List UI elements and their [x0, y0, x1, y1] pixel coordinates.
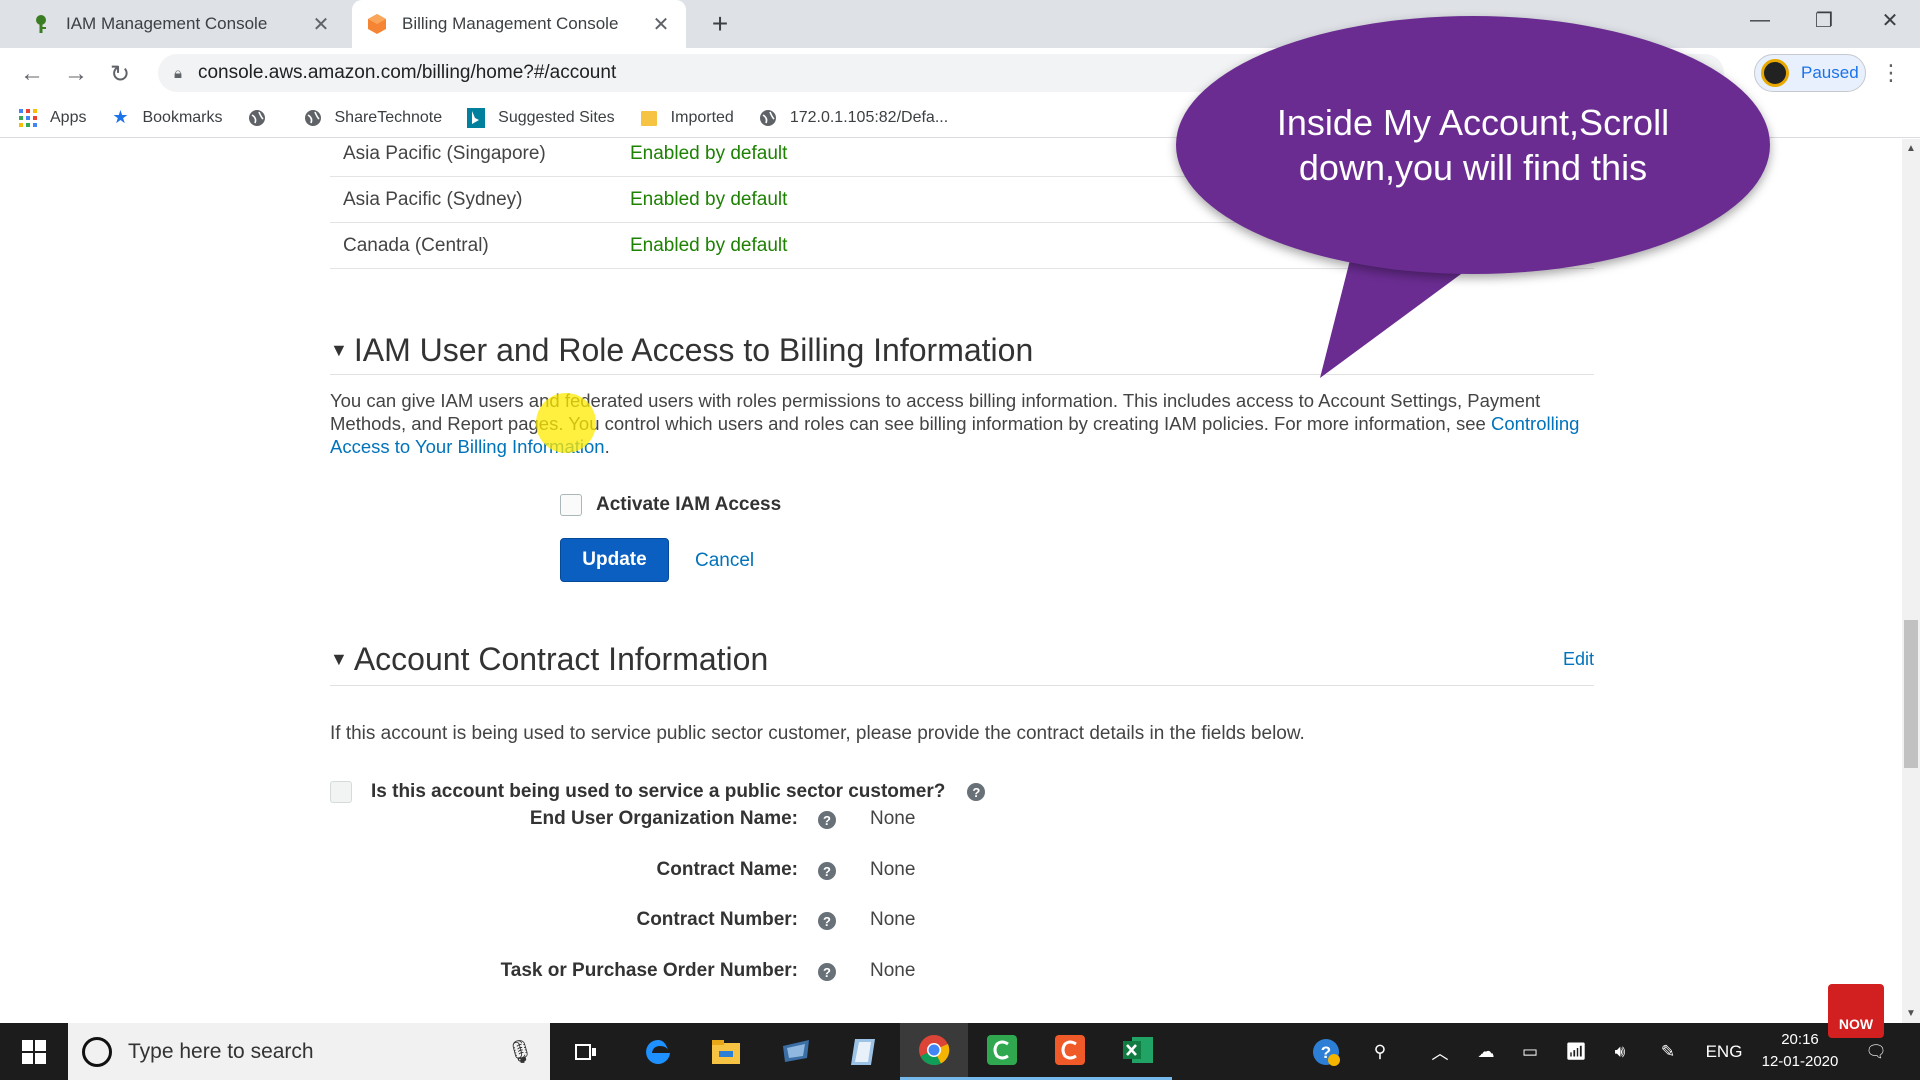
- callout-text: Inside My Account,Scroll down,you will f…: [1276, 102, 1670, 188]
- globe-icon: [758, 108, 778, 128]
- field-label: Contract Name:: [656, 859, 798, 880]
- window-close-icon[interactable]: ✕: [1860, 0, 1920, 40]
- question-label: Is this account being used to service a …: [371, 781, 946, 802]
- public-sector-checkbox[interactable]: [330, 781, 352, 803]
- tab-billing-management-console[interactable]: Billing Management Console ✕: [352, 0, 686, 48]
- checkbox-label: Activate IAM Access: [596, 494, 782, 515]
- field-value: None: [870, 859, 916, 880]
- caret-down-icon: ▼: [330, 649, 348, 669]
- scroll-down-icon[interactable]: ▼: [1902, 1008, 1920, 1019]
- tab-iam-management-console[interactable]: IAM Management Console ✕: [16, 0, 346, 48]
- bookmark-apps[interactable]: Apps: [18, 108, 86, 128]
- profile-status: Paused: [1801, 63, 1859, 82]
- microphone-icon[interactable]: 🎙︎: [506, 1039, 534, 1065]
- app-icon[interactable]: [830, 1023, 898, 1080]
- cancel-button[interactable]: Cancel: [695, 550, 754, 572]
- minimize-icon[interactable]: —: [1730, 0, 1790, 40]
- help-icon[interactable]: ?: [967, 783, 986, 801]
- lock-icon: 🔒︎: [174, 64, 182, 82]
- public-sector-question-row: Is this account being used to service a …: [330, 781, 986, 803]
- chevron-up-icon[interactable]: ︿: [1420, 1023, 1460, 1080]
- avatar: [1761, 59, 1789, 87]
- menu-kebab-icon[interactable]: ⋮: [1880, 60, 1902, 86]
- iam-icon: [30, 13, 52, 35]
- apps-grid-icon: [18, 108, 38, 128]
- recorder-icon[interactable]: [1036, 1023, 1104, 1080]
- url-text: console.aws.amazon.com/billing/home?#/ac…: [197, 62, 617, 83]
- cursor-highlight: [536, 393, 596, 453]
- language-indicator[interactable]: ENG: [1700, 1023, 1748, 1080]
- close-icon[interactable]: ✕: [310, 12, 332, 37]
- star-icon: ★: [112, 107, 129, 127]
- aws-billing-icon: [366, 13, 388, 35]
- windows-taskbar: Type here to search 🎙︎ ? ⚲ ︿ ☁ ▭ 📶︎ 🔊︎ ✎…: [0, 1023, 1920, 1080]
- clock-date: 12-01-2020: [1761, 1053, 1839, 1070]
- bookmark-sharetechnote[interactable]: ShareTechnote: [303, 108, 442, 128]
- iam-access-description: You can give IAM users and federated use…: [330, 390, 1580, 457]
- globe-icon: [303, 108, 323, 128]
- page-viewport: Asia Pacific (Singapore) Enabled by defa…: [0, 139, 1902, 1023]
- forward-arrow-icon[interactable]: →: [58, 56, 94, 92]
- scroll-up-icon[interactable]: ▲: [1902, 143, 1920, 154]
- help-tray-icon[interactable]: ?: [1306, 1023, 1346, 1080]
- battery-icon[interactable]: ▭: [1510, 1023, 1550, 1080]
- task-view-icon[interactable]: [552, 1023, 620, 1080]
- windows-start-icon[interactable]: [0, 1023, 68, 1080]
- field-label: End User Organization Name:: [529, 808, 798, 829]
- cloud-icon[interactable]: ☁: [1466, 1023, 1506, 1080]
- app-icon[interactable]: [762, 1023, 830, 1080]
- activate-iam-access-checkbox[interactable]: [560, 494, 582, 516]
- field-value: None: [870, 960, 916, 981]
- help-icon[interactable]: ?: [818, 912, 836, 930]
- edit-link[interactable]: Edit: [1563, 649, 1594, 670]
- pen-icon[interactable]: ✎: [1648, 1023, 1688, 1080]
- bookmark-local-address[interactable]: 172.0.1.105:82/Defa...: [758, 108, 948, 128]
- cortana-icon: [82, 1036, 112, 1067]
- tab-label: IAM Management Console: [66, 14, 268, 33]
- edge-browser-icon[interactable]: [624, 1023, 692, 1080]
- update-button[interactable]: Update: [560, 538, 669, 582]
- search-placeholder: Type here to search: [128, 1039, 314, 1063]
- field-label: Task or Purchase Order Number:: [500, 960, 798, 981]
- field-value: None: [870, 808, 916, 829]
- folder-icon: [639, 108, 659, 128]
- activate-iam-access-row: Activate IAM Access: [560, 494, 781, 516]
- chrome-icon[interactable]: [900, 1023, 968, 1080]
- tab-label: Billing Management Console: [402, 14, 619, 33]
- scrollbar-thumb[interactable]: [1904, 620, 1918, 768]
- bookmark-imported[interactable]: Imported: [639, 108, 734, 128]
- page-scrollbar[interactable]: ▲ ▼: [1902, 139, 1920, 1023]
- globe-icon: [247, 108, 267, 128]
- bookmark-globe[interactable]: [247, 108, 279, 128]
- bing-icon: [466, 107, 486, 128]
- wifi-icon[interactable]: 📶︎: [1556, 1023, 1596, 1080]
- volume-icon[interactable]: 🔊︎: [1600, 1023, 1640, 1080]
- excel-icon[interactable]: [1104, 1023, 1172, 1080]
- section-title: IAM User and Role Access to Billing Info…: [353, 332, 1034, 368]
- subscribe-badge: NOW: [1828, 984, 1884, 1038]
- back-arrow-icon[interactable]: ←: [14, 56, 50, 92]
- restore-icon[interactable]: ❐: [1794, 0, 1854, 40]
- file-explorer-icon[interactable]: [692, 1023, 760, 1080]
- callout-bubble: Inside My Account,Scroll down,you will f…: [1176, 16, 1770, 274]
- camtasia-icon[interactable]: [968, 1023, 1036, 1080]
- taskbar-search-box[interactable]: Type here to search 🎙︎: [68, 1023, 550, 1080]
- bookmark-suggested-sites[interactable]: Suggested Sites: [466, 107, 615, 128]
- contract-description: If this account is being used to service…: [330, 723, 1305, 744]
- field-value: None: [870, 909, 916, 930]
- field-label: Contract Number:: [636, 909, 798, 930]
- people-icon[interactable]: ⚲: [1360, 1023, 1400, 1080]
- help-icon[interactable]: ?: [818, 811, 836, 829]
- help-icon[interactable]: ?: [818, 862, 836, 880]
- bookmark-bookmarks[interactable]: ★ Bookmarks: [110, 107, 222, 128]
- callout-tail: [1320, 260, 1480, 378]
- section-title: Account Contract Information: [353, 641, 769, 677]
- profile-button[interactable]: Paused: [1754, 54, 1866, 92]
- contract-section-header[interactable]: ▼ Account Contract Information Edit: [330, 634, 1594, 686]
- reload-icon[interactable]: ↻: [102, 56, 138, 92]
- help-icon[interactable]: ?: [818, 963, 836, 981]
- close-icon[interactable]: ✕: [650, 12, 672, 37]
- new-tab-button[interactable]: +: [704, 8, 736, 40]
- caret-down-icon: ▼: [330, 340, 348, 360]
